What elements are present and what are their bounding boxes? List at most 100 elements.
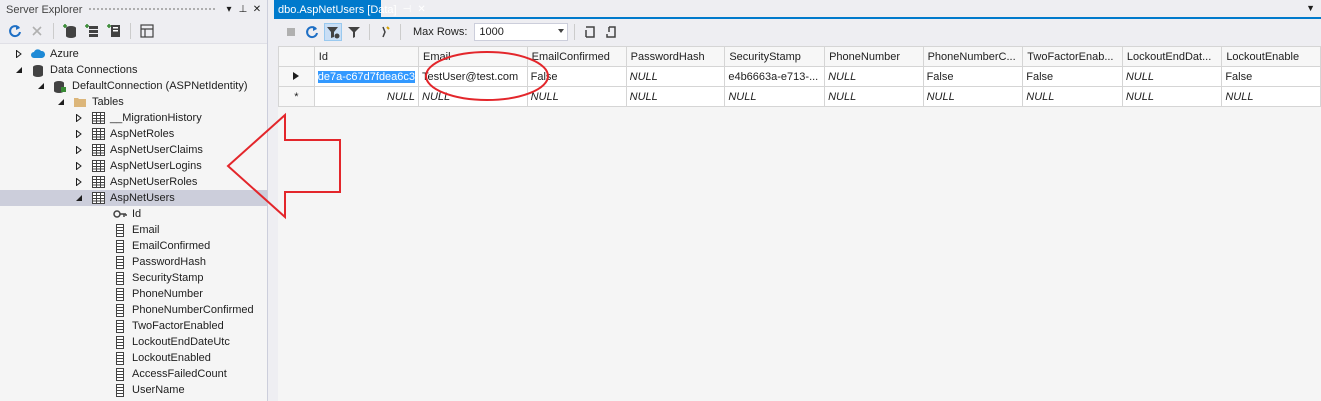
grid-cell[interactable]: NULL: [313, 86, 420, 107]
window-position-button[interactable]: ▾: [223, 4, 235, 15]
tab-overflow-dropdown-icon[interactable]: ▼: [1306, 3, 1315, 13]
stop-query-icon[interactable]: [282, 23, 300, 41]
tree-node[interactable]: UserName: [0, 382, 267, 398]
refresh-data-icon[interactable]: [303, 23, 321, 41]
expanded-arrow-icon[interactable]: [56, 97, 66, 107]
column-header[interactable]: EmailConfirmed: [526, 46, 627, 67]
expanded-arrow-icon[interactable]: [74, 193, 84, 203]
close-tab-icon[interactable]: ✕: [417, 4, 425, 15]
tree-node[interactable]: DefaultConnection (ASPNetIdentity): [0, 78, 267, 94]
collapsed-arrow-icon[interactable]: [14, 49, 24, 59]
tree-node[interactable]: Azure: [0, 46, 267, 62]
tree-node[interactable]: Id: [0, 206, 267, 222]
grid-cell[interactable]: NULL: [526, 86, 627, 107]
tree-node[interactable]: LockoutEnabled: [0, 350, 267, 366]
expanded-arrow-icon[interactable]: [36, 81, 46, 91]
column-header[interactable]: PasswordHash: [625, 46, 726, 67]
connect-to-database-icon[interactable]: [61, 22, 79, 40]
grid-cell[interactable]: NULL: [824, 86, 924, 107]
tree-node[interactable]: AspNetUsers: [0, 190, 267, 206]
column-header[interactable]: TwoFactorEnab...: [1022, 46, 1123, 67]
grid-cell[interactable]: False: [526, 66, 627, 87]
no-expander: [96, 289, 106, 299]
collapsed-arrow-icon[interactable]: [74, 129, 84, 139]
grid-cell[interactable]: NULL: [922, 86, 1024, 107]
max-rows-value: 1000: [479, 25, 504, 38]
column-icon: [113, 287, 127, 301]
grid-cell[interactable]: NULL: [625, 86, 726, 107]
tree-node[interactable]: AspNetUserClaims: [0, 142, 267, 158]
expanded-arrow-icon[interactable]: [14, 65, 24, 75]
azure-cloud-icon: [31, 47, 45, 61]
tree-node[interactable]: AccessFailedCount: [0, 366, 267, 382]
tree-node[interactable]: Email: [0, 222, 267, 238]
no-expander: [96, 273, 106, 283]
column-header[interactable]: SecurityStamp: [724, 46, 826, 67]
drag-grip[interactable]: [88, 7, 215, 12]
column-header[interactable]: Id: [313, 46, 420, 67]
grid-cell[interactable]: False: [1221, 66, 1321, 87]
grid-corner[interactable]: [278, 46, 315, 67]
tree-node[interactable]: Tables: [0, 94, 267, 110]
auto-hide-pin-button[interactable]: ⊥: [237, 4, 249, 15]
column-header[interactable]: PhoneNumberC...: [922, 46, 1024, 67]
grid-cell[interactable]: NULL: [625, 66, 726, 87]
collapsed-arrow-icon[interactable]: [74, 113, 84, 123]
max-rows-select[interactable]: 1000: [474, 22, 569, 41]
tree-node[interactable]: Data Connections: [0, 62, 267, 78]
column-header[interactable]: LockoutEndDat...: [1121, 46, 1223, 67]
export-script-icon[interactable]: [581, 23, 599, 41]
tree-node[interactable]: LockoutEndDateUtc: [0, 334, 267, 350]
data-table: Id Email EmailConfirmed PasswordHash Securit…: [278, 46, 1321, 107]
tree-node[interactable]: PhoneNumber: [0, 286, 267, 302]
grid-cell[interactable]: NULL: [1121, 86, 1223, 107]
collapsed-arrow-icon[interactable]: [74, 145, 84, 155]
no-expander: [96, 337, 106, 347]
properties-icon[interactable]: [138, 22, 156, 40]
collapsed-arrow-icon[interactable]: [74, 161, 84, 171]
tree-node-label: AspNetUserRoles: [110, 176, 198, 188]
tab-dbo-aspnetusers-data[interactable]: dbo.AspNetUsers [Data] ⊣ ✕: [274, 0, 426, 19]
column-icon: [113, 383, 127, 397]
grid-cell[interactable]: de7a-c67d7fdea6c3: [313, 66, 420, 87]
current-row-marker-icon[interactable]: [278, 66, 315, 87]
new-row-marker-icon[interactable]: *: [278, 86, 315, 107]
grid-cell[interactable]: NULL: [418, 86, 528, 107]
grid-cell[interactable]: NULL: [724, 86, 826, 107]
grid-cell[interactable]: False: [922, 66, 1024, 87]
toolbar-separator: [130, 23, 131, 39]
server-explorer-toolbar: [0, 19, 267, 44]
filter-icon[interactable]: [345, 23, 363, 41]
column-header[interactable]: PhoneNumber: [824, 46, 924, 67]
grid-cell[interactable]: TestUser@test.com: [418, 66, 528, 87]
apply-filter-icon[interactable]: [324, 22, 342, 41]
grid-cell[interactable]: False: [1022, 66, 1123, 87]
connect-to-server-icon[interactable]: [83, 22, 101, 40]
grid-cell[interactable]: e4b6663a-e713-...: [724, 66, 826, 87]
collapsed-arrow-icon[interactable]: [74, 177, 84, 187]
document-tab-strip: dbo.AspNetUsers [Data] ⊣ ✕ ▼: [274, 0, 1321, 19]
tree-node[interactable]: AspNetUserRoles: [0, 174, 267, 190]
grid-cell[interactable]: NULL: [1121, 66, 1223, 87]
grid-cell[interactable]: NULL: [824, 66, 924, 87]
pin-tab-icon[interactable]: ⊣: [403, 4, 412, 15]
column-header[interactable]: LockoutEnable: [1221, 46, 1321, 67]
refresh-icon[interactable]: [6, 22, 24, 40]
tree-node[interactable]: AspNetRoles: [0, 126, 267, 142]
tree-node[interactable]: AspNetUserLogins: [0, 158, 267, 174]
column-header[interactable]: Email: [418, 46, 528, 67]
table-row: * NULL NULL NULL NULL NULL NULL NULL NULL NULL NUL…: [278, 86, 1321, 107]
stop-icon[interactable]: [28, 22, 46, 40]
connect-to-sharepoint-icon[interactable]: [105, 22, 123, 40]
tree-node[interactable]: SecurityStamp: [0, 270, 267, 286]
export-data-icon[interactable]: [602, 23, 620, 41]
tree-node[interactable]: PasswordHash: [0, 254, 267, 270]
tree-node[interactable]: PhoneNumberConfirmed: [0, 302, 267, 318]
grid-cell[interactable]: NULL: [1221, 86, 1321, 107]
tree-node[interactable]: __MigrationHistory: [0, 110, 267, 126]
script-icon[interactable]: [376, 23, 394, 41]
close-panel-button[interactable]: ✕: [251, 4, 263, 15]
tree-node[interactable]: TwoFactorEnabled: [0, 318, 267, 334]
grid-cell[interactable]: NULL: [1022, 86, 1123, 107]
tree-node[interactable]: EmailConfirmed: [0, 238, 267, 254]
